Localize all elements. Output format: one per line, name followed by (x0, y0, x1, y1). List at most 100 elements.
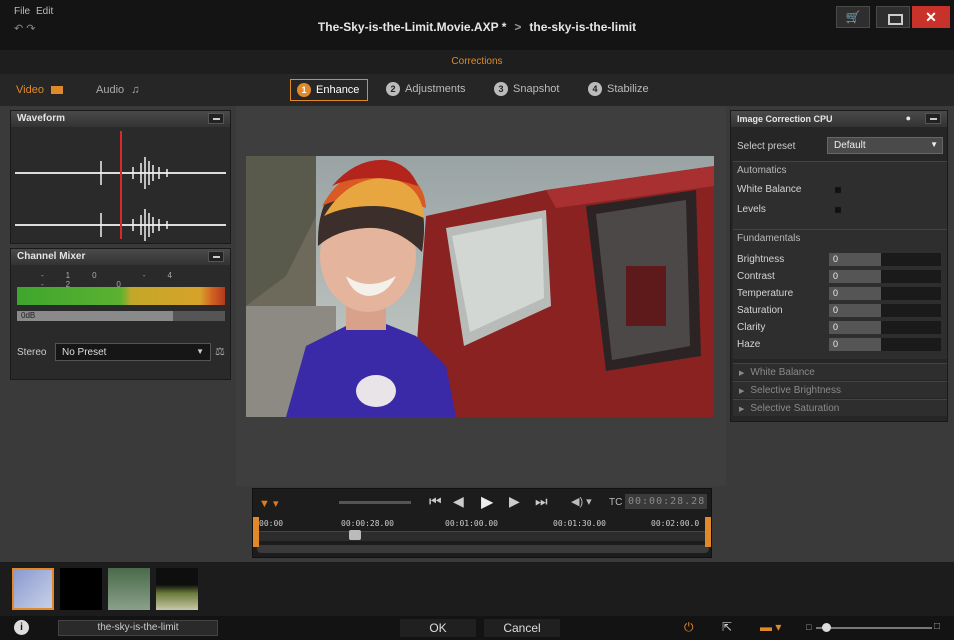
temperature-value[interactable]: 0 (829, 287, 881, 300)
selective-brightness-section[interactable]: ▶ Selective Brightness (733, 381, 947, 398)
collapse-icon[interactable] (208, 113, 224, 124)
section-label: White Balance (750, 367, 815, 378)
collapse-icon[interactable] (208, 251, 224, 262)
volume-icon[interactable]: ◀) ▾ (571, 495, 592, 508)
export-icon[interactable]: ⇱ (722, 620, 732, 634)
image-correction-title: Image Correction CPU (737, 114, 833, 124)
timecode-label: TC (609, 497, 623, 508)
power-icon[interactable]: ⏻ (684, 620, 694, 635)
restore-window-button[interactable] (876, 6, 910, 28)
contrast-value[interactable]: 0 (829, 270, 881, 283)
slider-track[interactable] (881, 270, 941, 283)
slider-track[interactable] (881, 304, 941, 317)
slider-track[interactable] (881, 287, 941, 300)
clip-thumbnail[interactable] (156, 568, 198, 610)
video-camera-icon (51, 86, 63, 95)
collapse-icon[interactable] (925, 113, 941, 124)
balance-value: 0dB (21, 311, 36, 320)
mixer-preset-select[interactable]: No Preset ▼ (55, 343, 211, 361)
brightness-value[interactable]: 0 (829, 253, 881, 266)
tab-adjustments[interactable]: 2 Adjustments (380, 79, 474, 101)
audio-tab[interactable]: Audio ♫ (96, 84, 139, 96)
timeline-tick: 00:00:28.00 (341, 519, 394, 528)
clip-thumbnail[interactable] (60, 568, 102, 610)
slider-track[interactable] (881, 321, 941, 334)
tab-label: Enhance (316, 84, 360, 96)
waveform-title: Waveform (17, 113, 65, 124)
skip-to-end-icon[interactable]: ⏭ (535, 493, 548, 510)
scrub-handle[interactable] (349, 530, 361, 540)
zoom-in-icon[interactable]: □ (934, 621, 940, 632)
cart-icon[interactable]: 🛒 (836, 6, 870, 28)
step-back-icon[interactable]: ◀ (453, 493, 464, 510)
saturation-value[interactable]: 0 (829, 304, 881, 317)
menu-edit[interactable]: Edit (36, 6, 53, 17)
corrections-label: Corrections (451, 56, 503, 67)
brightness-slider[interactable]: 0 (829, 253, 941, 267)
ok-button[interactable]: OK (400, 619, 476, 637)
clarity-slider[interactable]: 0 (829, 321, 941, 335)
image-correction-panel: Image Correction CPU ● Select preset Def… (730, 110, 948, 422)
haze-value[interactable]: 0 (829, 338, 881, 351)
channel-mixer-header: Channel Mixer (11, 249, 230, 265)
slider-track[interactable] (881, 338, 941, 351)
white-balance-checkbox[interactable] (835, 187, 841, 193)
tab-label: Snapshot (513, 83, 560, 95)
play-icon[interactable]: ▶ (481, 492, 493, 512)
fundamentals-title: Fundamentals (737, 233, 801, 244)
timeline-scrollbar[interactable] (257, 545, 709, 553)
automatics-section: Automatics White Balance Levels (733, 161, 947, 229)
breadcrumb-separator: > (514, 20, 522, 34)
view-mode-icon[interactable]: ▬ ▾ (760, 620, 781, 634)
marker-icon[interactable]: ▼ ▾ (259, 497, 278, 510)
mixer-settings-icon[interactable]: ⚖ (215, 345, 225, 358)
channel-mixer-panel: Channel Mixer -10 -4 -2 0 0dB Stereo No … (10, 248, 231, 380)
close-window-button[interactable]: ✕ (912, 6, 950, 28)
chevron-down-icon: ▼ (196, 347, 204, 356)
timeline-tick: 00:01:30.00 (553, 519, 606, 528)
levels-checkbox[interactable] (835, 207, 841, 213)
clip-thumbnail[interactable] (12, 568, 54, 610)
contrast-slider[interactable]: 0 (829, 270, 941, 284)
video-tab[interactable]: Video (16, 84, 63, 96)
timecode-display[interactable]: 00:00:28.28 (625, 494, 707, 509)
haze-label: Haze (737, 339, 761, 350)
channel-mixer-title: Channel Mixer (17, 251, 86, 262)
footer-bar: i the-sky-is-the-limit OK Cancel ⏻ ⇱ ▬ ▾… (0, 616, 954, 640)
step-forward-icon[interactable]: ▶ (509, 493, 520, 510)
haze-slider[interactable]: 0 (829, 338, 941, 352)
cancel-button[interactable]: Cancel (484, 619, 560, 637)
slider-track[interactable] (881, 253, 941, 266)
waveform-panel: Waveform (10, 110, 231, 244)
zoom-slider-handle[interactable] (822, 623, 831, 632)
info-icon[interactable]: i (14, 620, 29, 635)
skip-to-start-icon[interactable]: ⏮ (429, 493, 442, 510)
video-tab-label: Video (16, 84, 44, 96)
balance-slider[interactable]: 0dB (17, 311, 225, 321)
pin-icon[interactable]: ● (906, 113, 911, 123)
filename-field[interactable]: the-sky-is-the-limit (58, 620, 218, 636)
white-balance-section[interactable]: ▶ White Balance (733, 363, 947, 380)
chevron-down-icon: ▼ (930, 140, 938, 149)
title-bar: File Edit ↶ ↷ The-Sky-is-the-Limit.Movie… (0, 0, 954, 50)
clarity-value[interactable]: 0 (829, 321, 881, 334)
automatics-title: Automatics (737, 165, 787, 176)
jog-shuttle[interactable] (339, 501, 411, 504)
timeline-track[interactable] (257, 531, 709, 541)
selective-saturation-section[interactable]: ▶ Selective Saturation (733, 399, 947, 416)
zoom-out-icon[interactable]: □ (806, 622, 811, 632)
white-balance-label: White Balance (737, 184, 802, 195)
tab-snapshot[interactable]: 3 Snapshot (488, 79, 567, 101)
timeline-tick: 00:02:00.0 (651, 519, 700, 528)
saturation-slider[interactable]: 0 (829, 304, 941, 318)
temperature-slider[interactable]: 0 (829, 287, 941, 301)
waveform-display (11, 127, 230, 243)
tab-enhance[interactable]: 1 Enhance (290, 79, 369, 101)
tab-stabilize[interactable]: 4 Stabilize (582, 79, 657, 101)
clip-thumbnail[interactable] (108, 568, 150, 610)
menu-file[interactable]: File (14, 6, 30, 17)
zoom-slider[interactable] (816, 627, 932, 629)
in-point-marker[interactable] (253, 517, 259, 547)
preset-dropdown[interactable]: Default ▼ (827, 137, 943, 154)
out-point-marker[interactable] (705, 517, 711, 547)
